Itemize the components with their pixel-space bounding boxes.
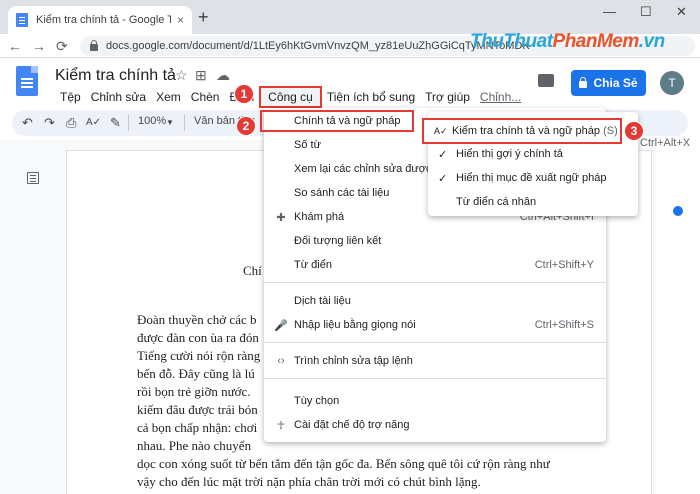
menu-item-preferences[interactable]: Tùy chọn [264, 390, 606, 412]
menu-item-personal-dictionary[interactable]: Từ điển cá nhân [428, 190, 638, 214]
menu-insert[interactable]: Chèn [186, 88, 225, 106]
docs-logo-icon[interactable] [16, 66, 38, 96]
spellcheck-icon[interactable]: A✓ [86, 114, 101, 132]
zoom-select[interactable]: 100% [138, 115, 166, 127]
menu-file[interactable]: Tệp [55, 88, 86, 106]
toolbar-divider [128, 115, 129, 131]
menu-item-script-editor[interactable]: ‹› Trình chỉnh sửa tập lệnh [264, 350, 606, 372]
browser-tab[interactable]: Kiểm tra chính tả - Google Tài liệu × [8, 6, 192, 34]
url-text: docs.google.com/document/d/1LtEy6hKtGvmV… [106, 40, 530, 52]
tab-close-icon[interactable]: × [177, 13, 184, 27]
avatar[interactable]: T [660, 71, 684, 95]
microphone-icon: 🎤 [274, 319, 288, 332]
menu-item-show-spelling-suggestions[interactable]: ✓ Hiển thị gợi ý chính tả [428, 142, 638, 166]
menu-divider [264, 342, 606, 343]
menu-addons[interactable]: Tiện ích bổ sung [322, 88, 420, 106]
comment-history-icon[interactable] [538, 74, 554, 87]
menu-divider [264, 282, 606, 283]
minimize-button[interactable]: — [603, 4, 616, 19]
code-icon: ‹› [277, 355, 285, 367]
explore-icon: ✚ [276, 211, 286, 224]
move-folder-icon[interactable]: ⊞ [195, 67, 207, 84]
side-panel-icon[interactable] [673, 206, 683, 216]
menu-item-spelling-grammar[interactable]: Chính tả và ngữ pháp [260, 110, 414, 132]
docs-favicon-icon [16, 13, 28, 27]
spellcheck-icon: A✓ [434, 125, 448, 136]
print-icon[interactable]: ⎙ [66, 114, 76, 132]
share-label: Chia Sẻ [593, 76, 638, 90]
checkmark-icon: ✓ [438, 148, 448, 161]
tab-title: Kiểm tra chính tả - Google Tài liệu [36, 14, 171, 26]
chevron-down-icon[interactable]: ▼ [166, 114, 174, 132]
watermark-logo: ThuThuatPhanMem.vn [470, 31, 665, 52]
lock-icon [579, 77, 588, 88]
reload-button[interactable]: ⟳ [56, 37, 68, 55]
menu-tools[interactable]: Công cụ [259, 86, 322, 108]
step-badge-1: 1 [234, 84, 254, 104]
browser-tab-bar: Kiểm tra chính tả - Google Tài liệu × + … [0, 0, 700, 34]
menu-view[interactable]: Xem [151, 88, 186, 106]
new-tab-button[interactable]: + [198, 8, 209, 26]
toolbar-divider [184, 115, 185, 131]
menu-help[interactable]: Trợ giúp [420, 88, 475, 106]
text-line: vậy cho đến lúc mặt trời nặn phía chân t… [137, 474, 481, 489]
forward-button[interactable]: → [32, 37, 46, 55]
redo-icon[interactable]: ↷ [44, 114, 55, 132]
back-button[interactable]: ← [8, 37, 22, 55]
step-badge-3: 3 [624, 121, 644, 141]
docs-header: Kiểm tra chính tả ☆ ⊞ ☁ Tệp Chỉnh sửa Xe… [0, 58, 700, 108]
undo-icon[interactable]: ↶ [22, 114, 33, 132]
check-spelling-shortcut: Ctrl+Alt+X [640, 137, 691, 149]
checkmark-icon: ✓ [438, 172, 448, 185]
menu-item-check-spelling[interactable]: A✓ Kiểm tra chính tả và ngữ pháp (S) [422, 118, 622, 144]
menu-item-voice-typing[interactable]: 🎤 Nhập liệu bằng giọng nói Ctrl+Shift+S [264, 314, 606, 336]
accessibility-icon: ☥ [276, 419, 286, 432]
document-title[interactable]: Kiểm tra chính tả [55, 67, 176, 85]
text-line: dọc con xóng suốt từ bến tắm đến tận gốc… [137, 456, 550, 471]
menu-item-accessibility[interactable]: ☥ Cài đặt chế độ trợ năng [264, 414, 606, 436]
maximize-button[interactable]: ☐ [640, 4, 652, 20]
menu-bar: Tệp Chỉnh sửa Xem Chèn Định Công cụ Tiện… [55, 86, 526, 108]
outline-icon[interactable] [27, 172, 39, 184]
menu-item-linked-objects[interactable]: Đối tượng liên kết [264, 230, 606, 252]
menu-last-edit[interactable]: Chỉnh... [475, 88, 526, 106]
menu-item-show-grammar-suggestions[interactable]: ✓ Hiển thị mục đề xuất ngữ pháp [428, 166, 638, 190]
star-icon[interactable]: ☆ [175, 67, 188, 84]
share-button[interactable]: Chia Sẻ [571, 70, 646, 96]
document-heading: Chí [243, 263, 262, 278]
menu-divider [264, 378, 606, 379]
step-badge-2: 2 [236, 116, 256, 136]
menu-item-dictionary[interactable]: Từ điển Ctrl+Shift+Y [264, 254, 606, 276]
menu-edit[interactable]: Chỉnh sửa [86, 88, 151, 106]
lock-icon [90, 40, 98, 51]
cloud-status-icon[interactable]: ☁ [216, 67, 230, 84]
menu-item-translate[interactable]: Dịch tài liệu [264, 290, 606, 312]
spelling-submenu: A✓ Kiểm tra chính tả và ngữ pháp (S) ✓ H… [422, 112, 638, 216]
side-panel [656, 140, 700, 494]
paint-format-icon[interactable]: ✎ [110, 114, 121, 132]
close-window-button[interactable]: ✕ [676, 4, 687, 20]
